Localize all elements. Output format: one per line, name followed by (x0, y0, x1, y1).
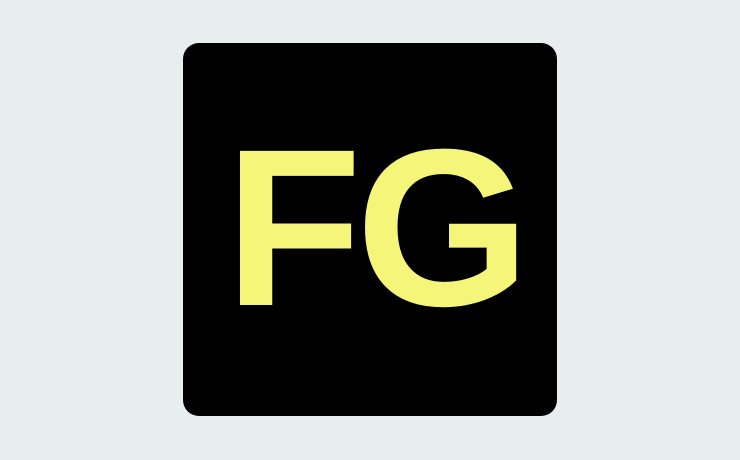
logo-tile: FG (183, 43, 557, 416)
fg-logo-mark: FG (225, 103, 530, 353)
logo-text: FG (225, 103, 524, 353)
